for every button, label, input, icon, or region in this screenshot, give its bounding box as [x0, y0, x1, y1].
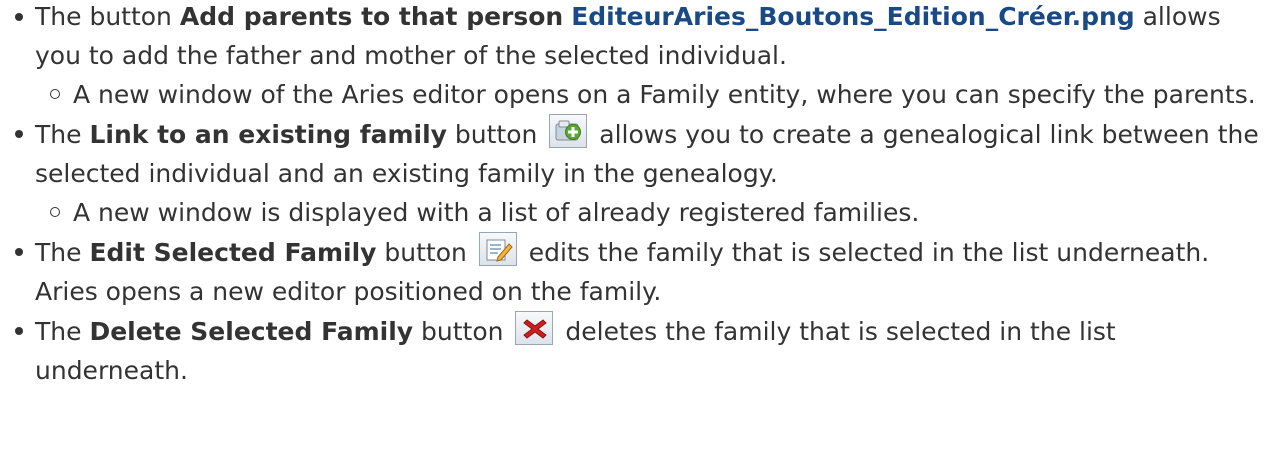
sub-list-item: A new window of the Aries editor opens o…	[35, 75, 1270, 114]
edit-family-icon	[478, 232, 517, 266]
button-description-list: The button Add parents to that person Ed…	[0, 0, 1270, 390]
list-item-delete-family: The Delete Selected Family button delete…	[0, 311, 1270, 390]
item-prefix: The	[35, 238, 90, 267]
item-prefix: The button	[35, 2, 180, 31]
item-prefix: The	[35, 120, 90, 149]
list-item-link-family: The Link to an existing family button al…	[0, 114, 1270, 232]
sub-list: A new window of the Aries editor opens o…	[35, 75, 1270, 114]
sub-list-item: A new window is displayed with a list of…	[35, 193, 1270, 232]
item-mid: button	[446, 120, 546, 149]
document-page: The button Add parents to that person Ed…	[0, 0, 1278, 472]
item-mid: button	[413, 317, 512, 346]
delete-icon	[515, 311, 554, 345]
item-bold-label: Delete Selected Family	[89, 317, 414, 346]
broken-image-alt-text: EditeurAries_Boutons_Edition_Créer.png	[571, 2, 1135, 31]
list-item-edit-family: The Edit Selected Family button edits th…	[0, 232, 1270, 311]
list-item-add-parents: The button Add parents to that person Ed…	[0, 0, 1270, 114]
add-link-icon	[549, 114, 588, 148]
item-prefix: The	[35, 317, 90, 346]
sub-list: A new window is displayed with a list of…	[35, 193, 1270, 232]
item-bold-label: Add parents to that person	[179, 2, 564, 31]
item-bold-label: Link to an existing family	[89, 120, 447, 149]
item-mid: button	[376, 238, 475, 267]
item-bold-label: Edit Selected Family	[89, 238, 377, 267]
